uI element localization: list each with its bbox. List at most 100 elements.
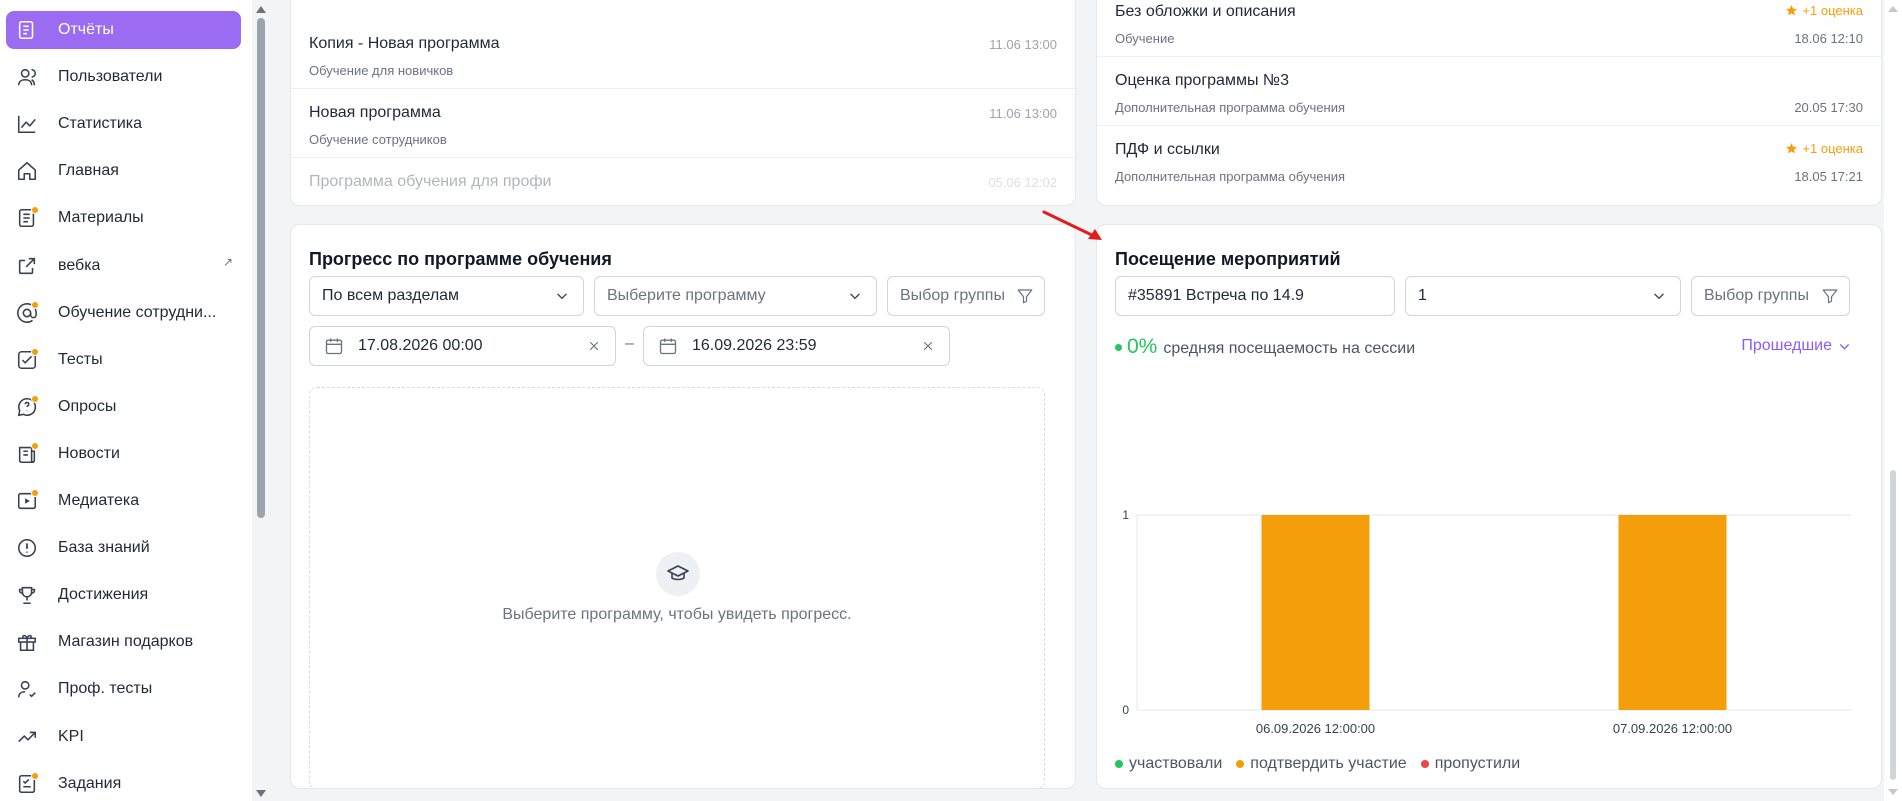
sidebar-item[interactable]: Главная: [6, 152, 241, 190]
progress-empty-state: Выберите программу, чтобы увидеть прогре…: [309, 387, 1045, 788]
list-item-title: ПДФ и ссылки: [1115, 141, 1220, 158]
list-item[interactable]: Без обложки и описания Обучение +1 оценк…: [1097, 0, 1881, 57]
sidebar-item[interactable]: Достижения: [6, 576, 241, 614]
calendar-icon: [659, 338, 677, 355]
sidebar-scroll-thumb[interactable]: [257, 18, 265, 518]
sidebar-item-label: вебка: [58, 256, 101, 274]
sidebar-item-label: Материалы: [58, 209, 144, 227]
scroll-down-arrow-icon[interactable]: [1888, 789, 1898, 795]
list-item[interactable]: Новая программа Обучение сотрудников 11.…: [291, 90, 1075, 158]
date-from-field[interactable]: 17.08.2026 00:00: [309, 326, 616, 366]
list-item-time: 05.06 12:02: [988, 175, 1057, 190]
notification-dot: [31, 771, 39, 780]
legend-item[interactable]: участвовали: [1115, 755, 1222, 773]
legend-dot: [1236, 760, 1245, 768]
sidebar-item[interactable]: Медиатека: [6, 482, 241, 520]
notification-dot: [31, 300, 39, 309]
annotation-arrow: [1042, 210, 1102, 240]
list-item-subtitle: Обучение сотрудников: [309, 132, 447, 147]
sections-select-value: По всем разделам: [322, 287, 460, 304]
chevron-down-icon: [1654, 293, 1664, 300]
date-to-value: 16.09.2026 23:59: [692, 337, 817, 354]
sidebar-item[interactable]: Магазин подарков: [6, 623, 241, 661]
sidebar-item[interactable]: Задания: [6, 765, 241, 801]
event-select[interactable]: #35891 Встреча по 14.9: [1115, 276, 1395, 316]
sidebar-item[interactable]: Новости: [6, 435, 241, 473]
sections-select[interactable]: По всем разделам: [309, 276, 584, 316]
group-filter-button[interactable]: Выбор группы: [887, 276, 1045, 316]
materials-icon: [14, 205, 40, 231]
calendar-icon: [325, 338, 343, 355]
period-dropdown[interactable]: Прошедшие: [1741, 337, 1851, 355]
sidebar-item[interactable]: Опросы: [6, 388, 241, 426]
external-link-icon: [14, 253, 40, 279]
sidebar-item[interactable]: Статистика: [6, 105, 241, 143]
page-scrollbar[interactable]: [1884, 0, 1902, 801]
period-dropdown-label: Прошедшие: [1741, 337, 1832, 354]
sidebar-item[interactable]: вебка ↗: [6, 247, 241, 285]
scroll-up-arrow-icon[interactable]: [1888, 6, 1898, 12]
chart-line-icon: [14, 111, 40, 137]
date-to-field[interactable]: 16.09.2026 23:59: [643, 326, 950, 366]
attendance-panel: Посещение мероприятий #35891 Встреча по …: [1096, 224, 1882, 789]
sidebar-item-label: Медиатека: [58, 492, 140, 509]
info-circle-icon: [14, 535, 40, 561]
scroll-down-arrow-icon[interactable]: [256, 790, 266, 797]
x-tick-label: 07.09.2026 12:00:00: [1613, 721, 1732, 736]
trend-up-icon: [14, 724, 40, 750]
chevron-down-icon: [850, 293, 860, 300]
session-select[interactable]: 1: [1405, 276, 1681, 316]
list-item[interactable]: Копия - Новая программа Обучение для нов…: [291, 21, 1075, 89]
page-scroll-thumb[interactable]: [1890, 470, 1896, 780]
date-separator: –: [625, 335, 634, 352]
notification-dot: [31, 394, 39, 403]
x-tick-label: 06.09.2026 12:00:00: [1256, 721, 1375, 736]
media-icon: [14, 488, 40, 514]
notification-dot: [31, 489, 39, 497]
home-icon: [14, 158, 40, 184]
legend-item[interactable]: подтвердить участие: [1236, 755, 1407, 773]
list-item-subtitle: Дополнительная программа обучения: [1115, 100, 1346, 115]
filter-icon: [1822, 289, 1838, 304]
sidebar-item-label: Задания: [58, 774, 122, 792]
sidebar-item[interactable]: KPI: [6, 718, 241, 756]
attendance-chart: 0 1 06.09.2026 12:00:00 07.09.2026 12:00:00: [1122, 508, 1851, 736]
sidebar-item-label: Проф. тесты: [58, 680, 153, 698]
panel-title: Прогресс по программе обучения: [309, 249, 612, 269]
close-icon[interactable]: [587, 339, 601, 353]
sidebar-item[interactable]: Материалы: [6, 199, 241, 237]
panel-title: Посещение мероприятий: [1115, 249, 1341, 269]
sidebar-item[interactable]: Отчёты: [6, 11, 241, 49]
close-icon[interactable]: [921, 339, 935, 353]
progress-panel: Прогресс по программе обучения По всем р…: [290, 224, 1076, 789]
rating-badge-text: +1 оценка: [1802, 141, 1863, 156]
sidebar-item[interactable]: Проф. тесты: [6, 670, 241, 708]
news-icon: [14, 441, 40, 467]
sidebar-item-label: Главная: [58, 162, 119, 180]
sidebar-item[interactable]: Обучение сотрудни...: [6, 294, 241, 332]
filter-icon: [1017, 289, 1033, 304]
list-item-subtitle: Обучение: [1115, 31, 1175, 46]
sidebar-scrollbar[interactable]: [252, 0, 270, 801]
program-select[interactable]: Выберите программу: [594, 276, 877, 316]
legend-dot: [1115, 760, 1123, 768]
trophy-icon: [14, 582, 40, 608]
sidebar-item[interactable]: Тесты: [6, 341, 241, 379]
list-item-title: Новая программа: [309, 104, 441, 121]
gift-icon: [14, 629, 40, 655]
list-item[interactable]: ПДФ и ссылки Дополнительная программа об…: [1097, 127, 1881, 195]
sidebar-item-label: База знаний: [58, 539, 150, 557]
scroll-up-arrow-icon[interactable]: [256, 6, 266, 13]
list-item-time: 18.05 17:21: [1794, 169, 1863, 184]
group-filter-button[interactable]: Выбор группы: [1691, 276, 1850, 316]
legend-dot: [1420, 760, 1429, 768]
sidebar-item[interactable]: База знаний: [6, 529, 241, 567]
list-item[interactable]: Программа обучения для профи 05.06 12:02: [291, 159, 1075, 205]
legend-label: подтвердить участие: [1250, 755, 1407, 772]
sidebar-item[interactable]: Пользователи: [6, 58, 241, 96]
group-filter-label: Выбор группы: [1704, 287, 1809, 304]
sidebar-item-label: Достижения: [58, 586, 149, 604]
list-item-title: Программа обучения для профи: [309, 173, 552, 190]
list-item[interactable]: Оценка программы №3 Дополнительная прогр…: [1097, 58, 1881, 126]
legend-item[interactable]: пропустили: [1420, 755, 1520, 773]
